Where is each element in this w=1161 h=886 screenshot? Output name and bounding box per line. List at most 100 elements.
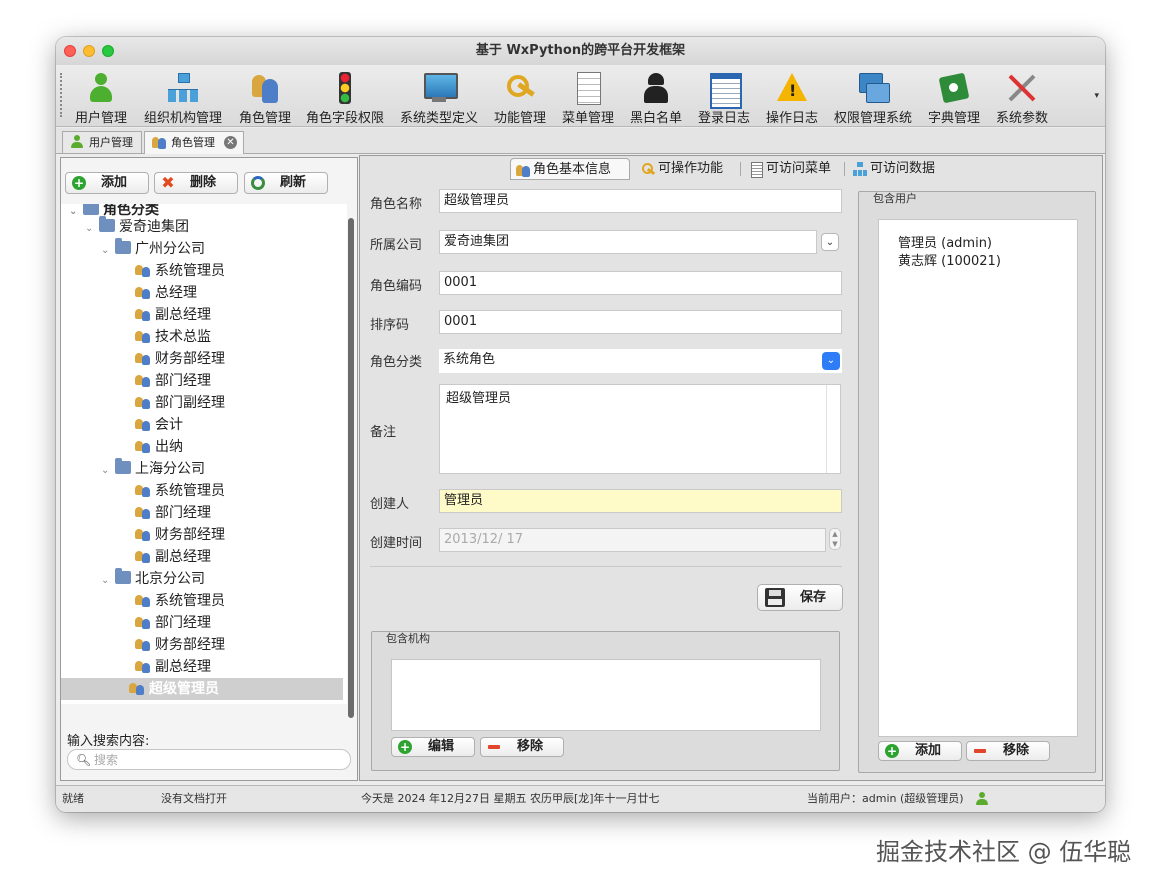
- sort-code-input[interactable]: 0001: [439, 310, 842, 334]
- toolbar-role-field-permission[interactable]: 角色字段权限: [304, 69, 386, 126]
- toolbar-login-log[interactable]: 登录日志: [696, 69, 752, 126]
- chevron-down-icon[interactable]: ⌄: [85, 218, 99, 240]
- folder-icon: [99, 216, 115, 232]
- tree-role-node[interactable]: 出纳: [121, 436, 183, 458]
- role-code-input[interactable]: 0001: [439, 271, 842, 295]
- tab-accessible-data[interactable]: 可访问数据: [848, 158, 948, 180]
- remove-user-button[interactable]: 移除: [966, 741, 1050, 761]
- company-input[interactable]: 爱奇迪集团: [439, 230, 817, 254]
- tree-node-label: 超级管理员: [149, 681, 219, 697]
- textarea-scrollbar[interactable]: [826, 385, 840, 473]
- plus-icon: +: [398, 740, 412, 754]
- folder-icon: [115, 238, 131, 254]
- tree-role-node[interactable]: 部门经理: [121, 370, 211, 392]
- tree-node-label: 副总经理: [155, 659, 211, 675]
- tree-role-node[interactable]: 副总经理: [121, 656, 211, 678]
- chevron-down-icon[interactable]: ⌄: [822, 352, 840, 370]
- chevron-down-icon[interactable]: ⌄: [101, 240, 115, 262]
- doc-tab-label: 用户管理: [89, 136, 133, 149]
- tree-role-node[interactable]: 部门副经理: [121, 392, 225, 414]
- org-list[interactable]: [391, 659, 821, 731]
- list-item[interactable]: 黄志辉 (100021): [898, 250, 1001, 269]
- tree-node-label: 技术总监: [155, 329, 211, 345]
- toolbar-black-white-list[interactable]: 黑白名单: [628, 69, 684, 126]
- tree-role-node[interactable]: 财务部经理: [121, 634, 225, 656]
- tree-role-node[interactable]: 超级管理员: [61, 678, 343, 700]
- user-groupbox: 包含用户 管理员 (admin) 黄志辉 (100021) + 添加 移除: [858, 191, 1096, 773]
- zoom-window-button[interactable]: [102, 45, 114, 57]
- doc-tab-user-management[interactable]: 用户管理: [62, 131, 142, 153]
- toolbar-overflow-icon[interactable]: ▾: [1094, 91, 1099, 101]
- toolbar-label: 操作日志: [765, 111, 818, 126]
- refresh-icon: [251, 176, 265, 190]
- save-button[interactable]: 保存: [757, 584, 843, 611]
- tree-node-label: 财务部经理: [155, 351, 225, 367]
- tree-node-label: 副总经理: [155, 549, 211, 565]
- tree-folder-node[interactable]: ⌄ 上海分公司: [101, 458, 205, 480]
- search-field[interactable]: 🔍︎: [67, 749, 351, 770]
- tree-role-node[interactable]: 副总经理: [121, 304, 211, 326]
- toolbar-permission-system[interactable]: 权限管理系统: [832, 69, 914, 126]
- add-button-label: 添加: [100, 175, 127, 190]
- remove-org-button[interactable]: 移除: [480, 737, 564, 757]
- tree-role-node[interactable]: 部门经理: [121, 612, 211, 634]
- tree-node-label: 出纳: [155, 439, 183, 455]
- tree-role-node[interactable]: 系统管理员: [121, 260, 225, 282]
- refresh-button[interactable]: 刷新: [244, 172, 328, 194]
- user-list[interactable]: 管理员 (admin) 黄志辉 (100021): [878, 219, 1078, 737]
- toolbar-menu-management[interactable]: 菜单管理: [560, 69, 616, 126]
- toolbar-operation-log[interactable]: 操作日志: [764, 69, 820, 126]
- list-item[interactable]: 管理员 (admin): [898, 232, 992, 251]
- tree-role-node[interactable]: 技术总监: [121, 326, 211, 348]
- add-button[interactable]: + 添加: [65, 172, 149, 194]
- tree-role-node[interactable]: 总经理: [121, 282, 197, 304]
- tree-folder-node[interactable]: ⌄ 广州分公司: [101, 238, 205, 260]
- chevron-down-icon[interactable]: ⌄: [101, 570, 115, 592]
- toolbar-label: 角色字段权限: [305, 111, 384, 126]
- tree-role-node[interactable]: 系统管理员: [121, 590, 225, 612]
- toolbar-system-params[interactable]: 系统参数: [994, 69, 1050, 126]
- org-group-title: 包含机构: [386, 632, 430, 645]
- toolbar-org-management[interactable]: 组织机构管理: [141, 69, 225, 126]
- search-input[interactable]: [94, 752, 334, 768]
- chevron-down-icon[interactable]: ⌄: [69, 204, 83, 223]
- tree-role-node[interactable]: 财务部经理: [121, 524, 225, 546]
- remark-textarea[interactable]: 超级管理员: [439, 384, 841, 474]
- spy-icon: [639, 71, 673, 105]
- scrollbar-thumb[interactable]: [348, 218, 354, 718]
- tab-role-basic-info[interactable]: 角色基本信息: [510, 158, 630, 180]
- role-category-select[interactable]: 系统角色: [439, 349, 842, 373]
- toolbar-user-management[interactable]: 用户管理: [72, 69, 130, 126]
- title-bar: 基于 WxPython的跨平台开发框架: [56, 37, 1105, 65]
- delete-button-label: 删除: [189, 175, 216, 190]
- tree-folder-node[interactable]: ⌄ 爱奇迪集团: [85, 216, 189, 238]
- tree-node-label: 系统管理员: [155, 483, 225, 499]
- minimize-window-button[interactable]: [83, 45, 95, 57]
- close-tab-icon[interactable]: ✕: [224, 136, 237, 149]
- tree-scrollbar[interactable]: [347, 218, 355, 718]
- role-name-input[interactable]: 超级管理员: [439, 189, 842, 213]
- toolbar-grip[interactable]: [60, 73, 62, 117]
- window-title: 基于 WxPython的跨平台开发框架: [475, 43, 686, 58]
- toolbar-system-type[interactable]: 系统类型定义: [398, 69, 480, 126]
- delete-button[interactable]: ✖ 删除: [154, 172, 238, 194]
- tree-role-node[interactable]: 副总经理: [121, 546, 211, 568]
- tree-role-node[interactable]: 财务部经理: [121, 348, 225, 370]
- tab-accessible-menus[interactable]: 可访问菜单: [744, 158, 842, 180]
- toolbar-dictionary-management[interactable]: 字典管理: [926, 69, 982, 126]
- toolbar-function-management[interactable]: 功能管理: [492, 69, 548, 126]
- tab-operable-functions[interactable]: 可操作功能: [636, 158, 736, 180]
- chevron-down-icon[interactable]: ⌄: [101, 460, 115, 482]
- tree-folder-node[interactable]: ⌄ 北京分公司: [101, 568, 205, 590]
- tools-icon: [1005, 71, 1039, 105]
- toolbar-role-management[interactable]: 角色管理: [236, 69, 294, 126]
- tree-role-node[interactable]: 系统管理员: [121, 480, 225, 502]
- doc-tab-role-management[interactable]: 角色管理 ✕: [144, 131, 244, 154]
- add-user-button[interactable]: + 添加: [878, 741, 962, 761]
- chevron-down-icon[interactable]: ⌄: [821, 233, 839, 251]
- tree-role-node[interactable]: 会计: [121, 414, 183, 436]
- close-window-button[interactable]: [64, 45, 76, 57]
- edit-org-button[interactable]: + 编辑: [391, 737, 475, 757]
- creator-input[interactable]: 管理员: [439, 489, 842, 513]
- tree-role-node[interactable]: 部门经理: [121, 502, 211, 524]
